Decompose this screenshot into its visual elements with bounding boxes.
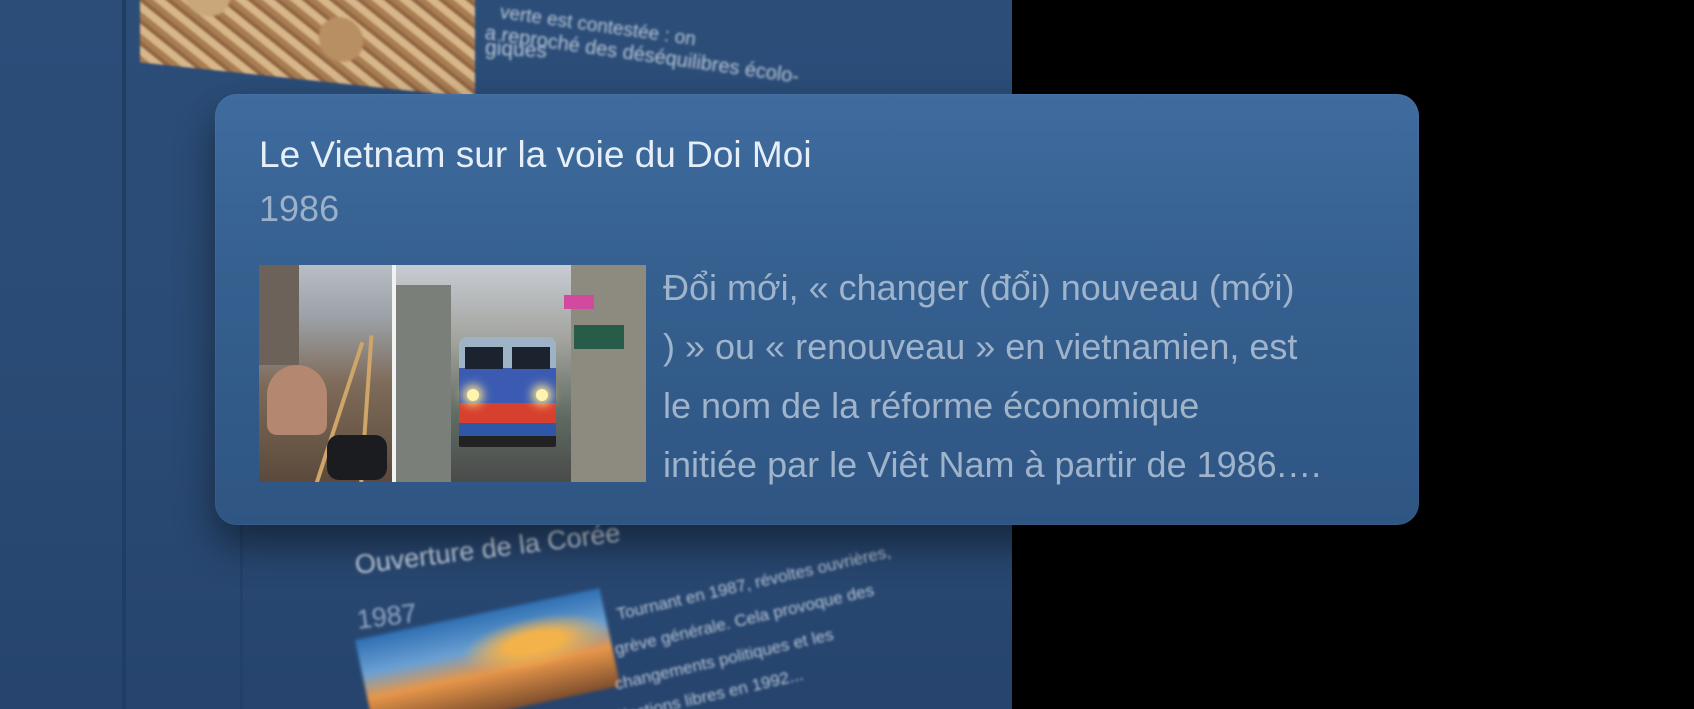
next-event-title[interactable]: Ouverture de la Corée xyxy=(353,518,622,581)
event-title: Le Vietnam sur la voie du Doi Moi xyxy=(259,134,812,175)
event-description-line: initiée par le Viêt Nam à partir de 1986… xyxy=(663,444,1323,485)
timeline-branch xyxy=(240,520,243,709)
event-description-line: le nom de la réforme économique xyxy=(663,385,1200,426)
event-description-line: ) » ou « renouveau » en vietnamien, est xyxy=(663,326,1298,367)
event-image[interactable] xyxy=(259,265,646,482)
timeline-axis xyxy=(122,0,126,709)
event-year: 1986 xyxy=(259,188,340,229)
previous-event-description-line: giques xyxy=(484,36,548,63)
train-icon xyxy=(459,337,556,447)
previous-event-image[interactable] xyxy=(140,0,475,98)
focused-event-card[interactable]: Le Vietnam sur la voie du Doi Moi 1986 Đ… xyxy=(215,94,1419,525)
event-description-line: Đổi mới, « changer (đổi) nouveau (mới) xyxy=(663,267,1295,308)
railway-photo-right xyxy=(396,265,646,482)
railway-photo-left xyxy=(259,265,392,482)
event-description: Đổi mới, « changer (đổi) nouveau (mới) )… xyxy=(663,258,1413,494)
